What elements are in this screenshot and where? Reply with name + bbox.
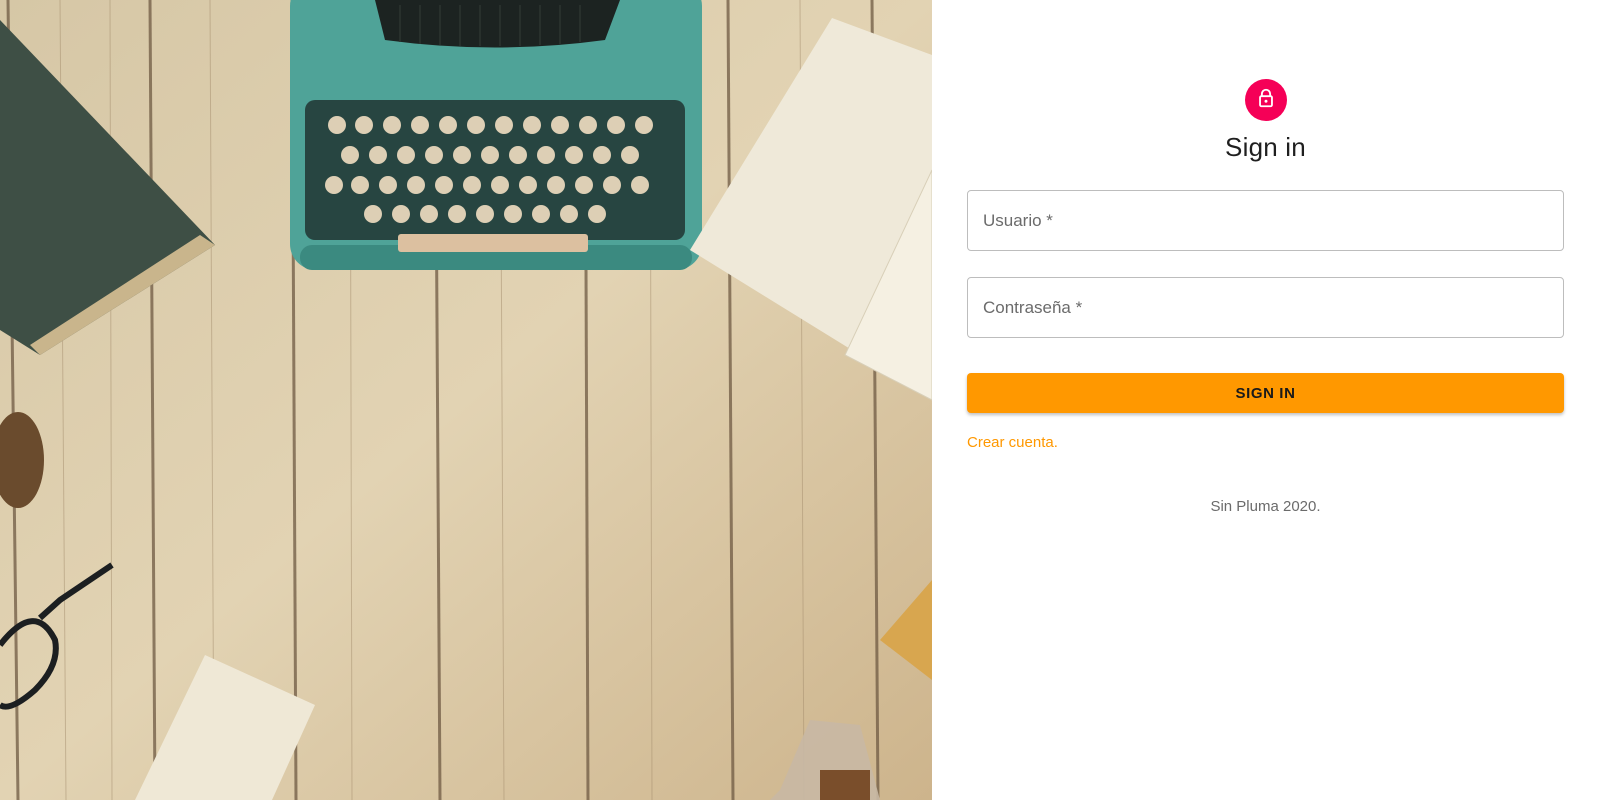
lock-icon [1255,87,1277,114]
signin-page: Sign in Usuario * Contraseña * SIGN IN C… [0,0,1600,800]
username-label: Usuario * [983,210,1053,230]
page-title: Sign in [1225,132,1306,162]
copyright-text: Sin Pluma 2020. [1210,498,1321,515]
typewriter-icon [290,0,702,270]
username-field[interactable]: Usuario * [967,190,1564,251]
create-account-row: Crear cuenta. [967,434,1564,452]
create-account-link[interactable]: Crear cuenta. [967,434,1058,451]
background-photo [0,0,932,800]
avatar [1244,79,1287,121]
signin-panel: Sign in Usuario * Contraseña * SIGN IN C… [932,0,1600,800]
signin-form: Sign in Usuario * Contraseña * SIGN IN C… [967,79,1564,515]
signin-button[interactable]: SIGN IN [967,373,1564,413]
password-label: Contraseña * [983,297,1083,317]
password-field[interactable]: Contraseña * [967,277,1564,338]
